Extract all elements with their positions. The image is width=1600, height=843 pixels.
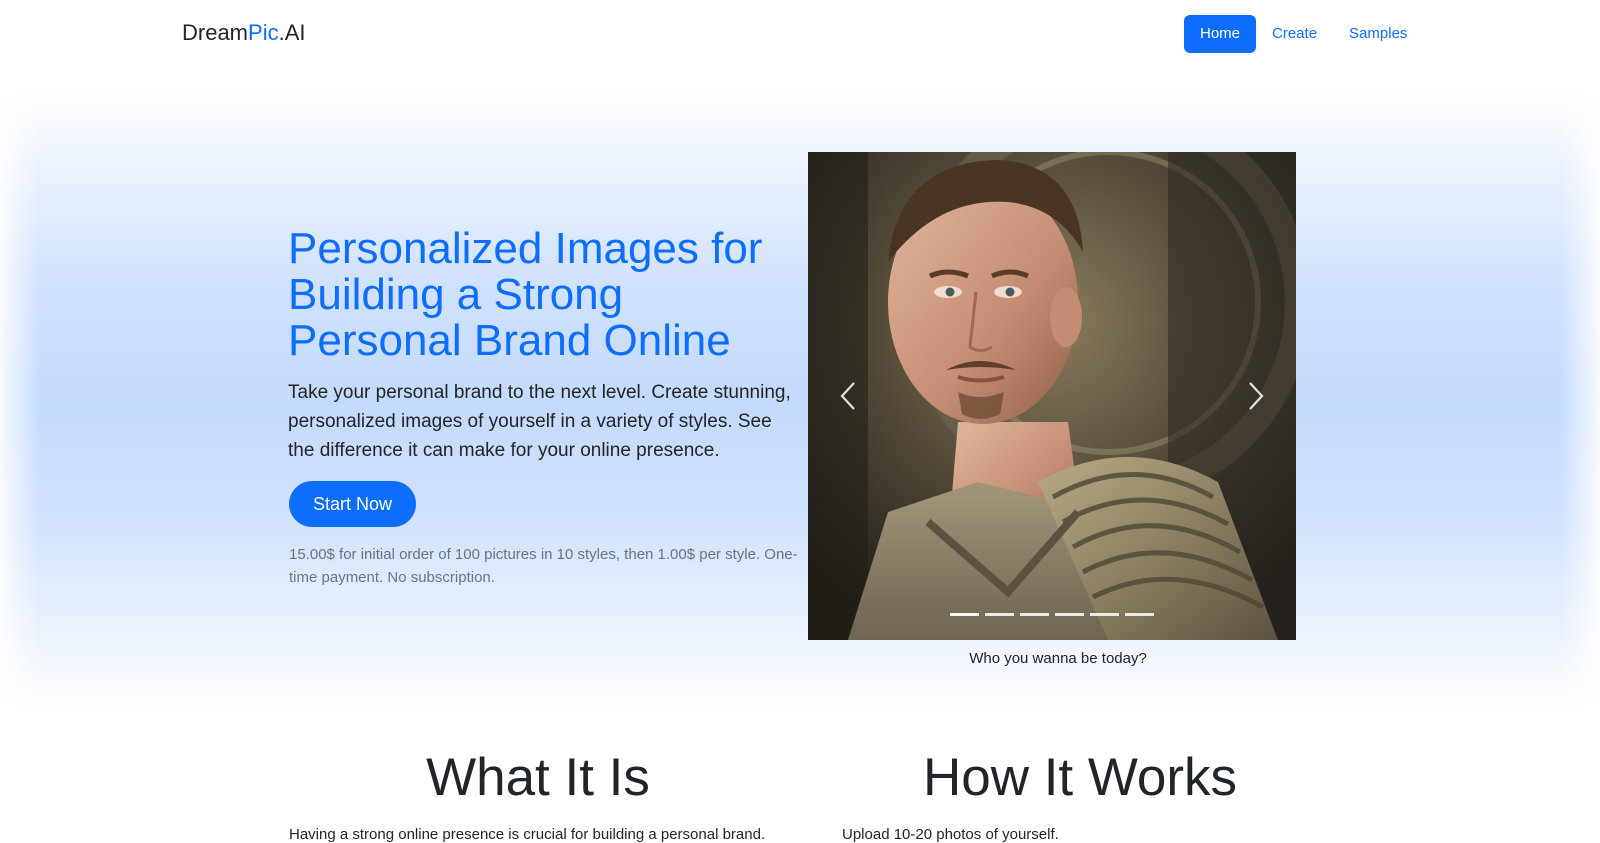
price-note: 15.00$ for initial order of 100 pictures… (289, 546, 798, 586)
carousel-indicator-3[interactable] (1020, 613, 1049, 616)
carousel-next-button[interactable] (1216, 152, 1296, 640)
nav-home[interactable]: Home (1184, 15, 1257, 53)
chevron-left-icon (840, 382, 855, 410)
image-carousel (808, 152, 1296, 640)
brand-prefix: Dream (182, 20, 249, 45)
brand-logo[interactable]: DreamPic.AI (182, 20, 305, 46)
chevron-right-icon (1249, 382, 1264, 410)
nav-create[interactable]: Create (1256, 15, 1333, 53)
nav-samples[interactable]: Samples (1333, 15, 1423, 53)
brand-suffix: .AI (278, 20, 306, 45)
hero-title: Personalized Images for Building a Stron… (288, 224, 763, 365)
hero-section: Personalized Images for Building a Stron… (0, 90, 1600, 710)
carousel-caption: Who you wanna be today? (969, 650, 1147, 667)
how-it-works-text: Upload 10-20 photos of yourself. (842, 826, 1059, 843)
carousel-indicator-2[interactable] (985, 613, 1014, 616)
navbar: DreamPic.AI Home Create Samples (0, 0, 1600, 68)
carousel-indicators (808, 613, 1296, 616)
carousel-indicator-1[interactable] (950, 613, 979, 616)
carousel-prev-button[interactable] (808, 152, 888, 640)
how-it-works-heading: How It Works (922, 748, 1238, 807)
main-nav: Home Create Samples (1184, 15, 1423, 53)
carousel-indicator-4[interactable] (1055, 613, 1084, 616)
brand-accent: Pic (248, 20, 279, 45)
start-now-button[interactable]: Start Now (289, 481, 417, 527)
what-it-is-heading: What It Is (426, 748, 650, 807)
hero-lead: Take your personal brand to the next lev… (288, 382, 791, 461)
what-it-is-text: Having a strong online presence is cruci… (289, 826, 766, 843)
carousel-indicator-6[interactable] (1125, 613, 1154, 616)
carousel-indicator-5[interactable] (1090, 613, 1119, 616)
